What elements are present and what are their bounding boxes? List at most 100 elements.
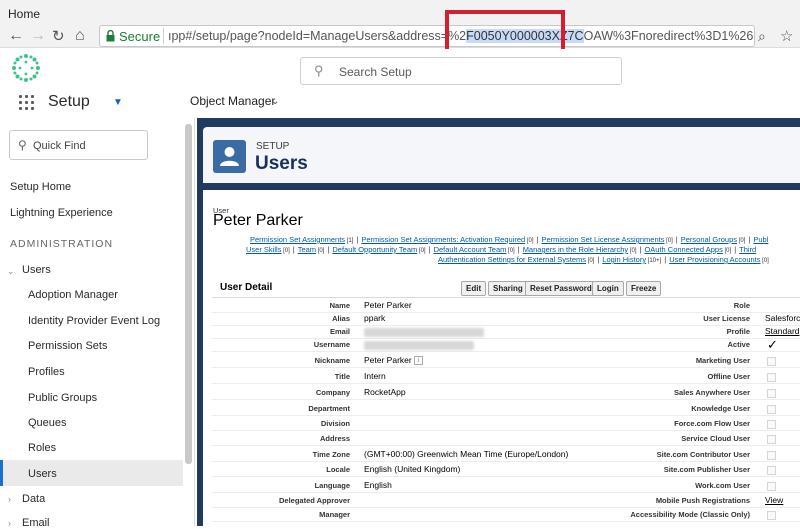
field-label: Work.com User: [695, 481, 750, 490]
view-link[interactable]: View: [765, 495, 783, 505]
related-list-count: [0]: [417, 248, 426, 254]
sidebar-item-public-groups[interactable]: Public Groups: [28, 392, 97, 404]
app-nav-chevron-down-icon[interactable]: ▼: [113, 97, 123, 108]
row-divider: [212, 492, 800, 493]
related-list-link[interactable]: Publ: [753, 235, 768, 244]
sidebar-item-email[interactable]: Email: [22, 517, 50, 529]
address-bar[interactable]: Secure ıpp#/setup/page?nodeId=ManageUser…: [99, 25, 755, 47]
checkbox: [767, 451, 776, 460]
salesforce-logo-icon: [12, 54, 40, 82]
sidebar-scrollbar[interactable]: [185, 124, 192, 464]
field-label: Company: [315, 388, 350, 397]
sidebar-item-permission-sets[interactable]: Permission Sets: [28, 340, 107, 352]
login-button[interactable]: Login: [592, 281, 624, 296]
row-divider: [212, 430, 800, 431]
freeze-button[interactable]: Freeze: [626, 281, 662, 296]
sharing-button[interactable]: Sharing: [488, 281, 528, 296]
related-list-link[interactable]: Third: [739, 245, 756, 254]
row-divider: [212, 461, 800, 462]
chevron-down-icon[interactable]: ⌄: [271, 96, 279, 107]
link-separator: |: [292, 245, 295, 254]
row-divider: [212, 383, 800, 384]
row-divider: [212, 415, 800, 416]
field-value: ppark: [364, 313, 386, 323]
field-label: Site.com Publisher User: [663, 465, 750, 474]
sidebar-item-adoption-manager[interactable]: Adoption Manager: [28, 289, 118, 301]
app-launcher-icon[interactable]: [19, 95, 35, 111]
home-icon[interactable]: ⌂: [75, 27, 85, 45]
related-list-link[interactable]: Personal Groups: [681, 235, 737, 244]
related-list-link[interactable]: Managers in the Role Hierarchy: [523, 245, 628, 254]
related-list-link[interactable]: User Provisioning Accounts: [669, 255, 760, 264]
related-list-count: [0]: [760, 258, 769, 264]
field-label: Site.com Contributor User: [656, 450, 750, 459]
edit-button[interactable]: Edit: [461, 281, 487, 296]
sidebar-item-identity-provider-event-log[interactable]: Identity Provider Event Log: [28, 315, 160, 327]
related-list-links-row-1: Permission Set Assignments [1] | Permissio…: [250, 235, 768, 244]
field-label: Name: [329, 301, 350, 310]
redacted-value: [364, 341, 474, 350]
checkbox: [767, 435, 776, 444]
sidebar-group-users[interactable]: Users: [22, 264, 51, 276]
search-icon: ⚲: [314, 63, 324, 78]
sidebar-item-profiles[interactable]: Profiles: [28, 366, 65, 378]
quick-find-input[interactable]: ⚲ Quick Find: [9, 130, 148, 160]
row-divider: [212, 367, 800, 368]
sidebar-item-setup-home[interactable]: Setup Home: [10, 181, 71, 193]
row-divider: [212, 521, 800, 522]
setup-breadcrumb: SETUP: [256, 141, 290, 152]
related-list-link[interactable]: Default Opportunity Team: [332, 245, 417, 254]
related-list-link[interactable]: Authentication Settings for External Sys…: [438, 255, 586, 264]
section-title-user-detail: User Detail: [220, 282, 273, 293]
field-label: Manager: [319, 510, 350, 519]
forward-icon[interactable]: →: [30, 27, 46, 45]
field-value: English (United Kingdom): [364, 464, 461, 474]
chevron-down-icon[interactable]: ⌄: [7, 266, 15, 277]
related-list-link[interactable]: Permission Set Assignments: Activation R…: [361, 235, 525, 244]
reload-icon[interactable]: ↻: [52, 27, 65, 45]
field-label: Locale: [326, 465, 350, 474]
related-list-link[interactable]: Permission Set License Assignments: [541, 235, 664, 244]
related-list-link[interactable]: Default Account Team: [434, 245, 507, 254]
sidebar-item-roles[interactable]: Roles: [28, 442, 56, 454]
bookmark-star-icon[interactable]: ☆: [780, 27, 793, 45]
sidebar-item-users[interactable]: Users: [28, 468, 57, 480]
sidebar-item-queues[interactable]: Queues: [28, 417, 67, 429]
tab-object-manager[interactable]: Object Manager: [190, 94, 275, 108]
field-value[interactable]: Standard: [765, 326, 800, 336]
field-label: Division: [320, 419, 350, 428]
related-list-link[interactable]: Team: [298, 245, 316, 254]
back-icon[interactable]: ←: [8, 27, 24, 45]
sidebar-item-lightning-experience[interactable]: Lightning Experience: [10, 207, 113, 219]
chevron-right-icon[interactable]: ›: [8, 518, 11, 528]
link-separator: |: [675, 235, 678, 244]
field-label: Address: [319, 434, 350, 443]
related-list-link[interactable]: OAuth Connected Apps: [644, 245, 722, 254]
field-label: Email: [329, 327, 350, 336]
divider: [212, 297, 800, 298]
checkbox: [767, 420, 776, 429]
reset-password-button[interactable]: Reset Password: [525, 281, 597, 296]
sidebar-section-administration: ADMINISTRATION: [10, 238, 114, 250]
field-label: Title: [334, 372, 350, 381]
related-list-link[interactable]: User Skills: [246, 245, 281, 254]
field-label: Nickname: [314, 356, 350, 365]
link-separator: |: [428, 245, 431, 254]
field-label: Profile: [726, 327, 750, 336]
related-list-link[interactable]: Permission Set Assignments: [250, 235, 345, 244]
related-list-links-row-3: Authentication Settings for External Sys…: [438, 255, 769, 264]
field-label: Username: [313, 340, 350, 349]
link-separator: |: [517, 245, 520, 254]
redacted-value: [364, 328, 484, 337]
checkbox: [767, 466, 776, 475]
chevron-right-icon[interactable]: ›: [8, 494, 11, 504]
url-after: OAW%3Fnoredirect%3D1%26isUserE: [583, 29, 753, 43]
sidebar-item-data[interactable]: Data: [22, 493, 45, 505]
row-divider: [212, 507, 800, 508]
row-divider: [212, 325, 800, 326]
zoom-icon[interactable]: ⌕: [758, 28, 766, 45]
search-setup-input[interactable]: ⚲ Search Setup: [300, 57, 622, 85]
field-value: (GMT+00:00) Greenwich Mean Time (Europe/…: [364, 449, 569, 459]
related-list-link[interactable]: Login History: [602, 255, 646, 264]
info-icon[interactable]: i: [413, 356, 423, 366]
